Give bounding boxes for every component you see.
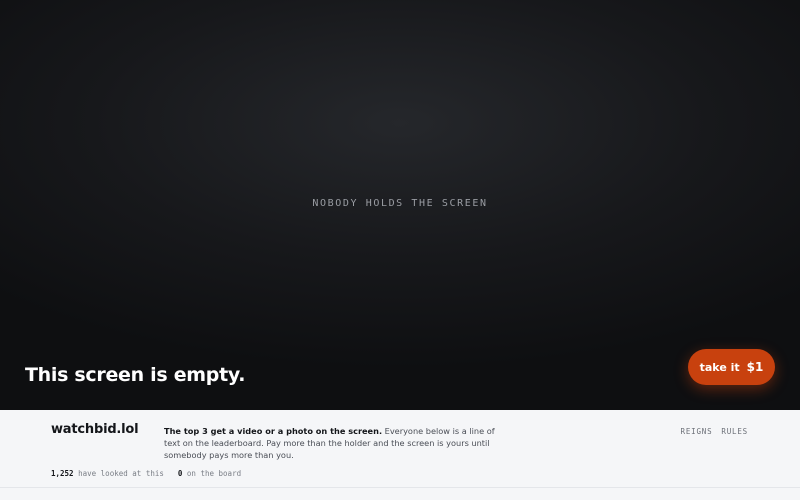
screen-stage: NOBODY HOLDS THE SCREEN This screen is e… [0,0,800,410]
board-count: 0 [177,469,183,478]
info-panel: watchbid.lol The top 3 get a video or a … [0,410,800,488]
top-nav: REIGNS RULES [681,427,748,436]
screen-headline: This screen is empty. [25,364,246,386]
take-it-button[interactable]: take it $1 [688,349,775,385]
site-description: The top 3 get a video or a photo on the … [164,425,500,461]
nav-reigns-link[interactable]: REIGNS [681,427,713,436]
board-label: on the board [186,469,242,478]
description-strong: The top 3 get a video or a photo on the … [164,426,383,436]
viewers-count: 1,252 [51,469,74,478]
stats-row: 1,252 have looked at this 0 on the board [51,469,241,478]
viewers-stat: 1,252 have looked at this [51,469,164,478]
take-it-price: $1 [746,360,764,374]
nav-rules-link[interactable]: RULES [721,427,748,436]
screen-status-message: NOBODY HOLDS THE SCREEN [312,198,488,209]
viewers-label: have looked at this [78,469,164,478]
bottom-strip [0,488,800,500]
brand-logo[interactable]: watchbid.lol [51,422,139,437]
board-stat: 0 on the board [178,469,241,478]
take-it-label: take it [699,360,740,374]
